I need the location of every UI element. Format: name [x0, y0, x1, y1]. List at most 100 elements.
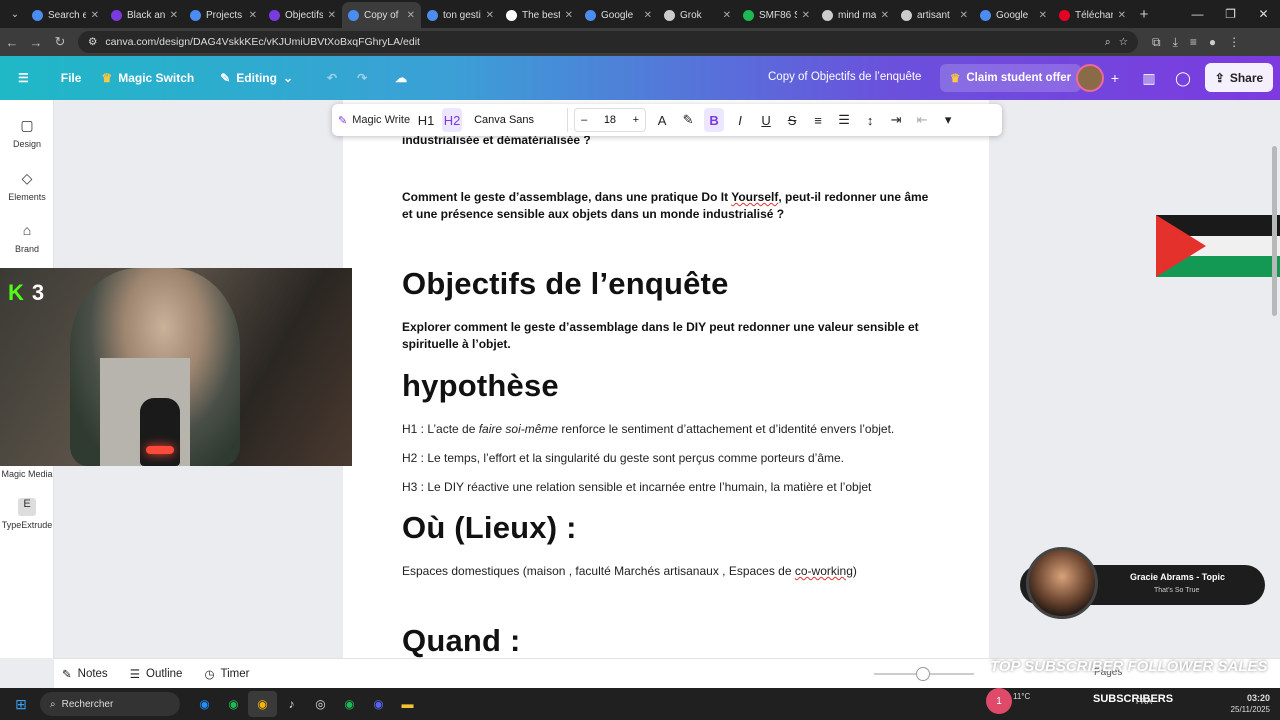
insights-icon[interactable]: ▥: [1136, 66, 1162, 90]
tiktok-icon[interactable]: ♪: [277, 691, 306, 717]
maximize-icon[interactable]: ❐: [1214, 0, 1247, 28]
sidebar-item-typeextrude[interactable]: E TypeExtrude: [0, 498, 54, 530]
file-menu[interactable]: File: [51, 71, 92, 85]
outdent-icon[interactable]: ⇤: [912, 108, 932, 132]
timer-button[interactable]: ◷ Timer: [204, 667, 249, 681]
tab-close-icon[interactable]: ✕: [407, 10, 415, 21]
zoom-slider-knob[interactable]: [916, 667, 930, 681]
format-painter-icon[interactable]: ▾: [938, 108, 958, 132]
browser-tab[interactable]: SMF86 S ✕: [737, 2, 816, 28]
hamburger-menu-icon[interactable]: ☰: [0, 71, 39, 85]
site-info-icon[interactable]: ⚙: [88, 36, 97, 48]
zoom-icon[interactable]: ⌕: [1105, 36, 1111, 49]
editing-dropdown[interactable]: ✎ Editing ⌄: [210, 71, 303, 85]
tab-close-icon[interactable]: ✕: [170, 10, 178, 21]
spotify-icon[interactable]: ◉: [219, 691, 248, 717]
language-indicator[interactable]: FRA: [1136, 696, 1152, 708]
document-page[interactable]: industrialisée et dématérialisée ? Comme…: [343, 100, 989, 658]
magic-write-button[interactable]: ✎ Magic Write: [338, 108, 410, 132]
browser-tab[interactable]: Google ✕: [974, 2, 1053, 28]
browser-tab[interactable]: Search e ✕: [26, 2, 105, 28]
new-tab-button[interactable]: +: [1132, 6, 1156, 23]
browser-tab[interactable]: mind ma ✕: [816, 2, 895, 28]
tab-close-icon[interactable]: ✕: [565, 10, 573, 21]
indent-icon[interactable]: ⇥: [886, 108, 906, 132]
increase-size-button[interactable]: +: [633, 114, 639, 126]
folder-icon[interactable]: ▬: [393, 691, 422, 717]
chrome-icon[interactable]: ◉: [248, 691, 277, 717]
back-icon[interactable]: ←: [0, 35, 24, 50]
hypothesis-h1[interactable]: H1 : L’acte de faire soi-même renforce l…: [402, 421, 894, 437]
tab-close-icon[interactable]: ✕: [91, 10, 99, 21]
close-icon[interactable]: ✕: [1247, 0, 1280, 28]
tab-close-icon[interactable]: ✕: [1118, 10, 1126, 21]
tab-search-icon[interactable]: ⌄: [4, 4, 26, 24]
menu-icon[interactable]: ⋮: [1228, 35, 1240, 50]
ou-heading[interactable]: Où (Lieux) :: [402, 510, 577, 546]
font-family-select[interactable]: Canva Sans: [468, 108, 569, 132]
document-title[interactable]: Copy of Objectifs de l’enquête: [768, 71, 921, 83]
url-field[interactable]: ⚙ canva.com/design/DAG4VskkKEc/vKJUmiUBV…: [78, 31, 1138, 53]
quand-heading[interactable]: Quand :: [402, 623, 521, 658]
browser-tab[interactable]: Grok ✕: [658, 2, 737, 28]
vertical-scrollbar[interactable]: [1272, 146, 1277, 316]
sidebar-item-elements[interactable]: ◇ Elements: [0, 170, 54, 202]
outline-button[interactable]: ☰ Outline: [130, 667, 183, 681]
taskbar-search[interactable]: ⌕ Rechercher: [40, 692, 180, 716]
objectifs-text[interactable]: Explorer comment le geste d’assemblage d…: [402, 319, 942, 353]
browser-tab[interactable]: The best ✕: [500, 2, 579, 28]
reload-icon[interactable]: ↻: [48, 34, 72, 50]
tab-close-icon[interactable]: ✕: [328, 10, 336, 21]
decrease-size-button[interactable]: –: [581, 114, 587, 126]
browser-tab[interactable]: ton gesti ✕: [421, 2, 500, 28]
browser-tab[interactable]: Projects ✕: [184, 2, 263, 28]
weather-widget[interactable]: 11°C: [1013, 692, 1030, 702]
ou-text[interactable]: Espaces domestiques (maison , faculté Ma…: [402, 563, 857, 579]
tab-close-icon[interactable]: ✕: [960, 10, 968, 21]
browser-tab[interactable]: Google ✕: [579, 2, 658, 28]
profile-icon[interactable]: ●: [1209, 35, 1216, 50]
comment-icon[interactable]: ◯: [1170, 66, 1196, 90]
strikethrough-icon[interactable]: S: [782, 108, 802, 132]
font-size-value[interactable]: 18: [604, 114, 616, 126]
heading1-button[interactable]: H1: [416, 108, 436, 132]
tab-close-icon[interactable]: ✕: [249, 10, 257, 21]
avatar[interactable]: [1076, 64, 1104, 92]
tab-close-icon[interactable]: ✕: [723, 10, 731, 21]
browser-tab[interactable]: Téléchar ✕: [1053, 2, 1132, 28]
add-collaborator-icon[interactable]: +: [1102, 66, 1128, 90]
download-icon[interactable]: ⤓: [1173, 35, 1178, 50]
obs-icon[interactable]: ◎: [306, 691, 335, 717]
hypothesis-h3[interactable]: H3 : Le DIY réactive une relation sensib…: [402, 479, 871, 495]
tab-close-icon[interactable]: ✕: [1039, 10, 1047, 21]
forward-icon[interactable]: →: [24, 35, 48, 50]
hypothese-heading[interactable]: hypothèse: [402, 368, 559, 404]
share-button[interactable]: ⇪ Share: [1205, 63, 1273, 92]
browser-tab[interactable]: Copy of ✕: [342, 2, 421, 28]
research-question[interactable]: Comment le geste d’assemblage, dans une …: [402, 189, 942, 223]
text-color-icon[interactable]: A: [652, 108, 672, 132]
font-size-stepper[interactable]: – 18 +: [574, 108, 647, 132]
tab-close-icon[interactable]: ✕: [486, 10, 494, 21]
line-spacing-icon[interactable]: ↕: [860, 108, 880, 132]
edge-icon[interactable]: ◉: [190, 691, 219, 717]
hypothesis-h2[interactable]: H2 : Le temps, l’effort et la singularit…: [402, 450, 844, 466]
sidebar-item-magic-media[interactable]: Magic Media: [0, 469, 54, 479]
browser-tab[interactable]: Black an ✕: [105, 2, 184, 28]
undo-icon[interactable]: ↶: [317, 71, 347, 85]
objectifs-heading[interactable]: Objectifs de l’enquête: [402, 266, 729, 302]
heading2-button[interactable]: H2: [442, 108, 463, 132]
sidebar-item-design[interactable]: ▢ Design: [0, 117, 54, 149]
tab-close-icon[interactable]: ✕: [881, 10, 889, 21]
claim-student-offer-button[interactable]: ♛ Claim student offer: [940, 64, 1082, 92]
italic-icon[interactable]: I: [730, 108, 750, 132]
tab-close-icon[interactable]: ✕: [644, 10, 652, 21]
clock-date[interactable]: 25/11/2025: [1231, 704, 1270, 716]
minimize-icon[interactable]: —: [1181, 0, 1214, 28]
bookmark-star-icon[interactable]: ☆: [1119, 36, 1128, 48]
browser-tab[interactable]: artisant ✕: [895, 2, 974, 28]
align-left-icon[interactable]: ≡: [808, 108, 828, 132]
sidebar-item-brand[interactable]: ⌂ Brand: [0, 222, 54, 254]
redo-icon[interactable]: ↷: [347, 71, 377, 85]
underline-icon[interactable]: U: [756, 108, 776, 132]
